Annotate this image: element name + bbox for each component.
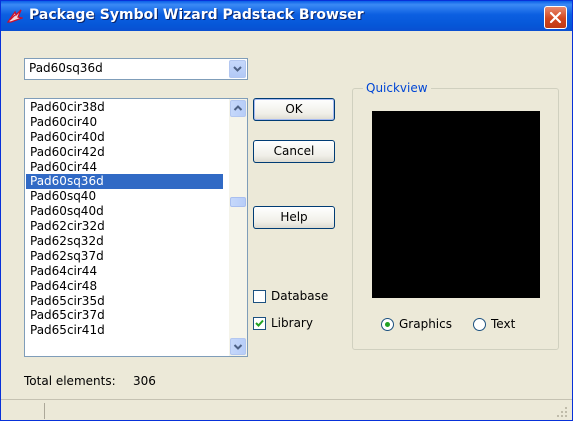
list-item[interactable]: Pad60cir42d	[26, 145, 223, 160]
total-elements-value: 306	[133, 374, 156, 388]
close-icon	[549, 11, 562, 24]
close-button[interactable]	[544, 6, 567, 29]
scroll-down-button[interactable]	[230, 338, 246, 355]
list-item[interactable]: Pad64cir44	[26, 264, 223, 279]
list-item[interactable]: Pad62sq37d	[26, 249, 223, 264]
list-item[interactable]: Pad60sq40d	[26, 204, 223, 219]
scroll-thumb[interactable]	[230, 197, 246, 207]
list-item[interactable]: Pad60cir44	[26, 160, 223, 175]
cancel-button[interactable]: Cancel	[253, 140, 335, 163]
wizard-app-icon	[7, 9, 23, 23]
chevron-up-icon	[233, 105, 243, 111]
padstack-combo[interactable]: Pad60sq36d	[24, 58, 248, 80]
list-item[interactable]: Pad65cir37d	[26, 308, 223, 323]
total-elements-label: Total elements:	[24, 374, 116, 388]
list-item[interactable]: Pad60cir38d	[26, 100, 223, 115]
checkmark-icon	[255, 319, 264, 327]
graphics-radio[interactable]	[381, 318, 394, 331]
quickview-preview	[372, 111, 540, 298]
quickview-group: Quickview Graphics Text	[352, 81, 559, 350]
combo-selected-value: Pad60sq36d	[29, 61, 103, 75]
dialog-window: Package Symbol Wizard Padstack Browser P…	[0, 0, 573, 421]
help-button[interactable]: Help	[253, 206, 335, 229]
padstack-list-items: Pad60cir38d Pad60cir40 Pad60cir40d Pad60…	[26, 100, 223, 338]
window-title: Package Symbol Wizard Padstack Browser	[29, 7, 364, 23]
chevron-down-icon	[233, 66, 242, 72]
padstack-list[interactable]: Pad60cir38d Pad60cir40 Pad60cir40d Pad60…	[24, 98, 248, 357]
resize-grip-icon[interactable]	[556, 406, 568, 418]
list-item[interactable]: Pad62cir32d	[26, 219, 223, 234]
radio-selected-dot	[385, 322, 390, 327]
scroll-up-button[interactable]	[230, 100, 246, 117]
title-bar[interactable]: Package Symbol Wizard Padstack Browser	[1, 1, 572, 31]
library-label: Library	[271, 316, 313, 330]
list-item[interactable]: Pad60cir40	[26, 115, 223, 130]
chevron-down-icon	[233, 344, 243, 350]
text-radio[interactable]	[473, 318, 486, 331]
database-checkbox[interactable]	[253, 290, 266, 303]
quickview-label: Quickview	[363, 81, 431, 95]
text-label: Text	[491, 317, 516, 331]
list-item[interactable]: Pad62sq32d	[26, 234, 223, 249]
list-item[interactable]: Pad60cir40d	[26, 130, 223, 145]
combo-dropdown-button[interactable]	[229, 60, 246, 78]
list-scrollbar[interactable]	[229, 99, 247, 356]
list-item[interactable]: Pad64cir48	[26, 279, 223, 294]
graphics-label: Graphics	[399, 317, 452, 331]
status-pane	[4, 403, 45, 419]
list-item[interactable]: Pad65cir35d	[26, 294, 223, 309]
ok-button[interactable]: OK	[253, 98, 335, 121]
database-label: Database	[271, 289, 329, 303]
status-bar	[1, 399, 572, 421]
list-item-selected[interactable]: Pad60sq36d	[26, 174, 223, 190]
list-item[interactable]: Pad60sq40	[26, 189, 223, 204]
list-item[interactable]: Pad65cir41d	[26, 323, 223, 338]
library-checkbox[interactable]	[253, 317, 266, 330]
